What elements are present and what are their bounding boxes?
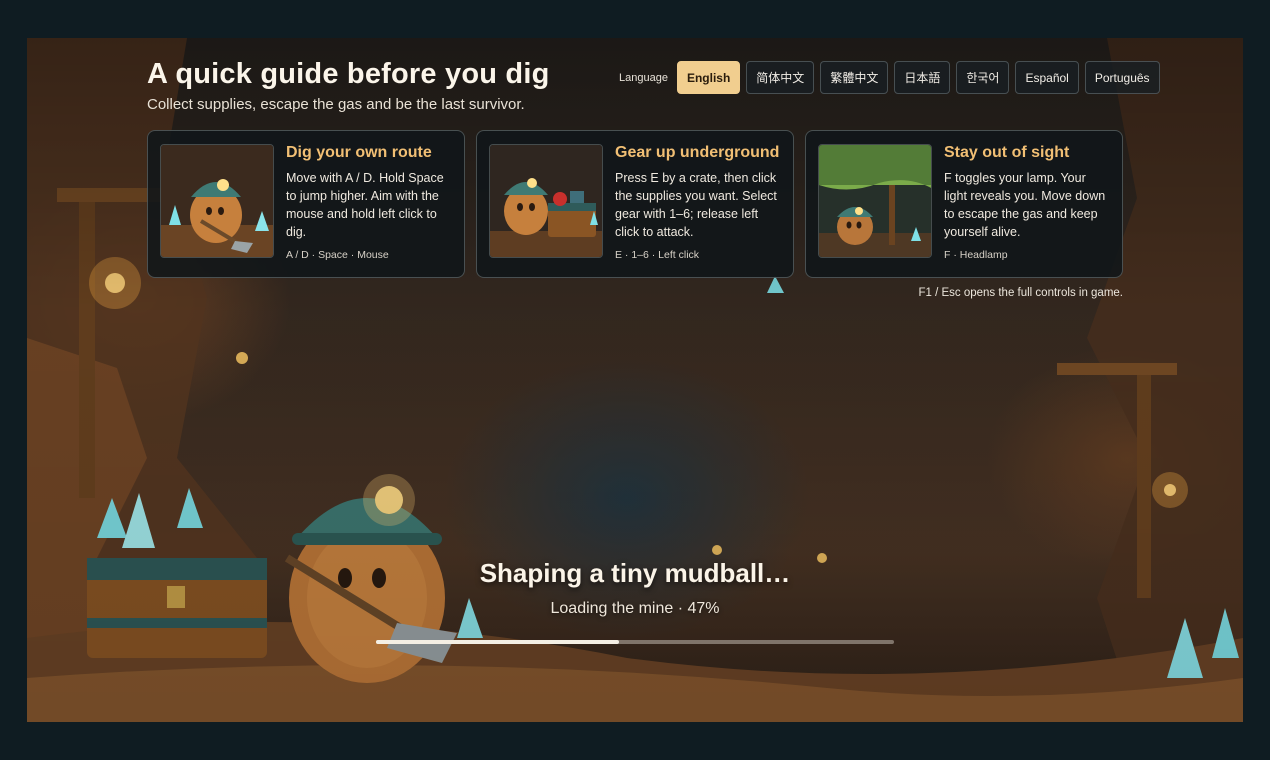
loading-title: Shaping a tiny mudball… xyxy=(479,558,791,588)
page-subtitle: Collect supplies, escape the gas and be … xyxy=(147,96,525,113)
card-image-dig xyxy=(160,144,274,258)
page-title: A quick guide before you dig xyxy=(147,58,550,90)
controls-hint: F1 / Esc opens the full controls in game… xyxy=(918,287,1123,299)
card-title: Dig your own route xyxy=(286,144,432,161)
card-description: F toggles your lamp. Your light reveals … xyxy=(944,171,1106,239)
loading-progress-bar xyxy=(376,640,894,644)
guide-card-stealth: Stay out of sight F toggles your lamp. Y… xyxy=(805,130,1123,278)
language-button-portuguese[interactable]: Português xyxy=(1084,61,1160,94)
card-key-hints: A / D · Space · Mouse xyxy=(286,249,389,261)
card-description: Move with A / D. Hold Space to jump high… xyxy=(286,171,444,239)
language-button-japanese[interactable]: 日本語 xyxy=(894,61,951,94)
game-loading-screen: A quick guide before you dig Collect sup… xyxy=(27,38,1243,722)
card-key-hints: E · 1–6 · Left click xyxy=(615,249,700,261)
guide-card-gear: Gear up underground Press E by a crate, … xyxy=(476,130,794,278)
language-label: Language xyxy=(619,71,668,84)
card-key-hints: F · Headlamp xyxy=(944,249,1008,261)
card-description: Press E by a crate, then click the suppl… xyxy=(615,171,777,239)
language-button-simplified-chinese[interactable]: 简体中文 xyxy=(746,61,815,94)
card-image-stealth xyxy=(818,144,932,258)
language-selector: Language English 简体中文 繁體中文 日本語 한국어 Españ… xyxy=(619,61,1160,94)
card-title: Stay out of sight xyxy=(944,144,1070,161)
loading-status: Loading the mine · 47% xyxy=(550,600,720,617)
language-button-traditional-chinese[interactable]: 繁體中文 xyxy=(820,61,889,94)
language-button-korean[interactable]: 한국어 xyxy=(956,61,1010,94)
guide-card-dig: Dig your own route Move with A / D. Hold… xyxy=(147,130,465,278)
language-button-english[interactable]: English xyxy=(676,61,741,94)
card-title: Gear up underground xyxy=(615,144,780,161)
card-image-gear xyxy=(489,144,603,258)
loading-progress-fill xyxy=(376,640,620,644)
language-button-spanish[interactable]: Español xyxy=(1015,61,1079,94)
